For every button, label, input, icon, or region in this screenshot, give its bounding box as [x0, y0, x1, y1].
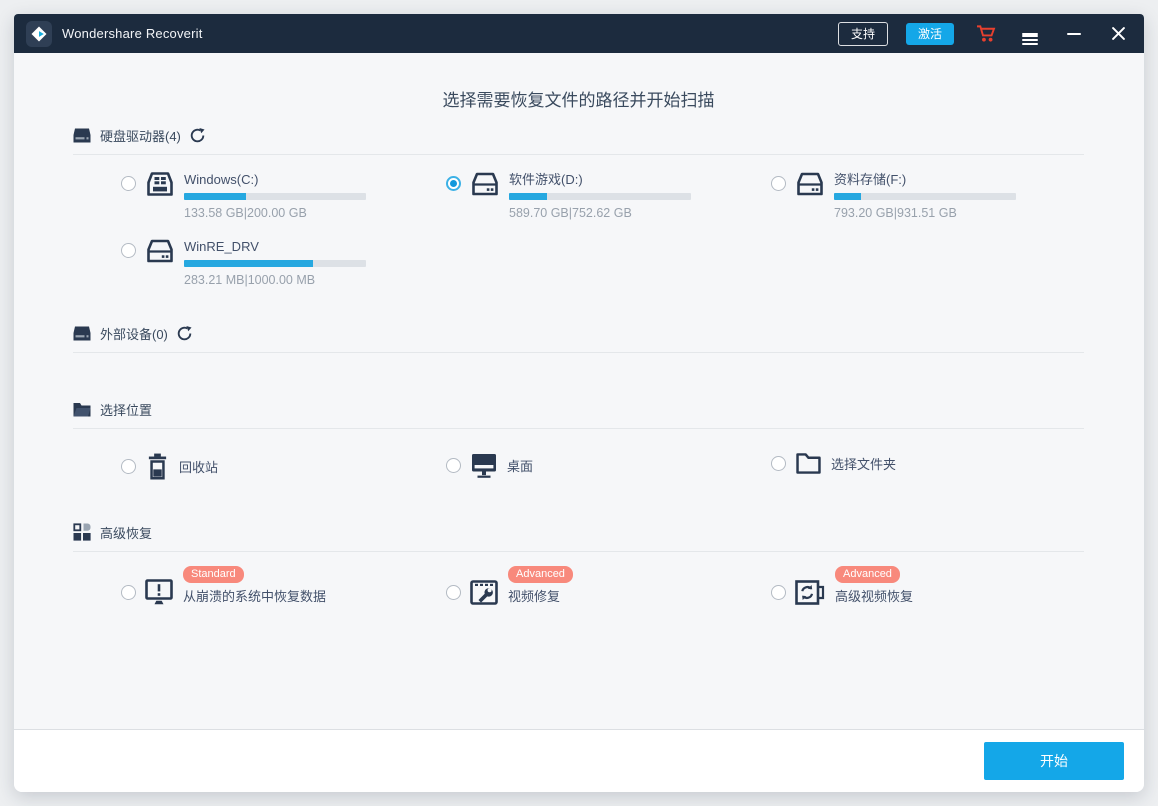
desktop-icon	[471, 453, 497, 478]
hard-drives-title: 硬盘驱动器(4)	[100, 128, 181, 144]
recoverit-logo-icon	[26, 20, 52, 47]
drive-item-winre[interactable]: WinRE_DRV 283.21 MB|1000.00 MB	[121, 238, 446, 287]
drive-row-2: WinRE_DRV 283.21 MB|1000.00 MB	[73, 238, 1084, 287]
video-repair-icon	[470, 580, 498, 605]
advanced-badge: Advanced	[835, 566, 900, 583]
location-label: 选择文件夹	[831, 457, 897, 472]
radio-button[interactable]	[446, 585, 461, 600]
recycle-bin-icon	[146, 453, 169, 480]
drive-row-1: Windows(C:) 133.58 GB|200.00 GB 软件游戏(D:)…	[73, 171, 1084, 220]
drive-item-windows-c[interactable]: Windows(C:) 133.58 GB|200.00 GB	[121, 171, 446, 220]
support-button[interactable]: 支持	[837, 21, 888, 46]
radio-button[interactable]	[446, 458, 461, 473]
app-title: Wondershare Recoverit	[62, 26, 203, 41]
location-select-folder[interactable]: 选择文件夹	[771, 453, 1096, 474]
drive-icon	[145, 238, 175, 265]
section-select-location: 选择位置 回收站 桌面 选择文件夹	[73, 399, 1084, 480]
drive-usage-bar	[184, 260, 366, 267]
page-title: 选择需要恢复文件的路径并开始扫描	[442, 91, 715, 110]
radio-button[interactable]	[121, 585, 136, 600]
crashed-system-icon	[145, 579, 173, 605]
internal-drive-icon	[145, 171, 175, 198]
drive-usage-bar	[184, 193, 366, 200]
standard-badge: Standard	[183, 566, 244, 583]
cart-icon[interactable]	[974, 22, 998, 46]
menu-icon[interactable]	[1018, 22, 1042, 46]
advanced-label: 从崩溃的系统中恢复数据	[183, 589, 327, 604]
drive-usage-bar	[834, 193, 1016, 200]
advanced-item-crashed-system[interactable]: Standard 从崩溃的系统中恢复数据	[121, 564, 446, 606]
drive-size: 133.58 GB|200.00 GB	[184, 206, 307, 220]
select-folder-icon	[796, 453, 821, 474]
hard-drive-icon	[73, 128, 91, 143]
drive-name: WinRE_DRV	[184, 239, 259, 254]
drive-size: 283.21 MB|1000.00 MB	[184, 273, 316, 287]
grid-icon	[73, 523, 91, 541]
drive-usage-bar	[509, 193, 691, 200]
radio-button[interactable]	[121, 176, 136, 191]
drive-name: Windows(C:)	[184, 172, 259, 187]
advanced-row: Standard 从崩溃的系统中恢复数据 Advanced 视频修复 Advan…	[73, 564, 1084, 606]
select-location-title: 选择位置	[100, 402, 153, 418]
radio-button[interactable]	[771, 456, 786, 471]
advanced-video-recovery-icon	[795, 580, 825, 605]
titlebar: Wondershare Recoverit 支持 激活	[14, 14, 1144, 53]
radio-button[interactable]	[771, 585, 786, 600]
refresh-icon[interactable]	[190, 127, 205, 143]
advanced-label: 视频修复	[508, 589, 561, 604]
location-label: 桌面	[507, 459, 534, 474]
section-hard-drives: 硬盘驱动器(4) Windows(C:) 133.58 GB|200.00 GB…	[73, 125, 1084, 287]
location-label: 回收站	[179, 460, 219, 475]
location-row: 回收站 桌面 选择文件夹	[73, 453, 1084, 480]
drive-size: 793.20 GB|931.51 GB	[834, 206, 957, 220]
folder-icon	[73, 402, 91, 417]
close-button[interactable]	[1106, 22, 1130, 46]
drive-item-d[interactable]: 软件游戏(D:) 589.70 GB|752.62 GB	[446, 171, 771, 220]
radio-button[interactable]	[121, 459, 136, 474]
radio-button[interactable]	[771, 176, 786, 191]
drive-icon	[795, 171, 825, 198]
activate-button[interactable]: 激活	[905, 22, 954, 45]
refresh-icon[interactable]	[177, 325, 192, 341]
advanced-item-advanced-video[interactable]: Advanced 高级视频恢复	[771, 564, 1096, 606]
drive-icon	[470, 171, 500, 198]
drive-name: 资料存储(F:)	[834, 172, 907, 187]
start-button[interactable]: 开始	[984, 742, 1124, 780]
location-recycle-bin[interactable]: 回收站	[121, 453, 446, 480]
advanced-badge: Advanced	[508, 566, 573, 583]
drive-item-f[interactable]: 资料存储(F:) 793.20 GB|931.51 GB	[771, 171, 1096, 220]
advanced-label: 高级视频恢复	[835, 589, 914, 604]
drive-name: 软件游戏(D:)	[509, 172, 583, 187]
external-devices-title: 外部设备(0)	[100, 326, 168, 342]
hard-drive-icon	[73, 326, 91, 341]
minimize-button[interactable]	[1062, 22, 1086, 46]
app-window: Wondershare Recoverit 支持 激活 选择需要恢复文件的路径并…	[14, 14, 1144, 792]
radio-button[interactable]	[446, 176, 461, 191]
advanced-recovery-title: 高级恢复	[100, 525, 153, 541]
footer: 开始	[14, 729, 1144, 792]
drive-size: 589.70 GB|752.62 GB	[509, 206, 632, 220]
main-content: 选择需要恢复文件的路径并开始扫描 硬盘驱动器(4) Windows(C:) 13…	[14, 53, 1144, 729]
section-external-devices: 外部设备(0)	[73, 323, 1084, 353]
advanced-item-video-repair[interactable]: Advanced 视频修复	[446, 564, 771, 606]
section-advanced-recovery: 高级恢复 Standard 从崩溃的系统中恢复数据 Advanced 视频修复 …	[73, 522, 1084, 606]
radio-button[interactable]	[121, 243, 136, 258]
location-desktop[interactable]: 桌面	[446, 453, 771, 478]
